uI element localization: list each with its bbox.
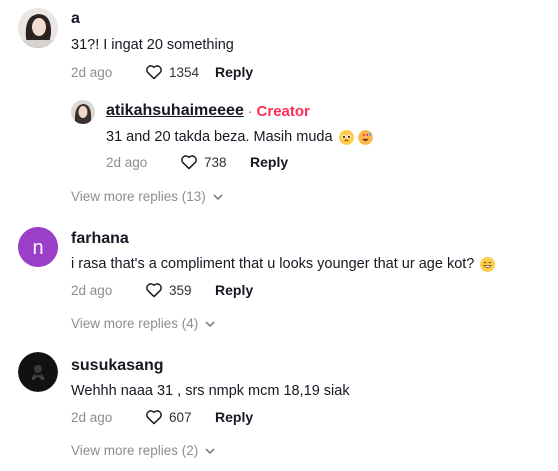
comment-text-row: i rasa that's a compliment that u looks … [71,254,496,274]
comment-text: i rasa that's a compliment that u looks … [71,256,475,272]
comment-username[interactable]: farhana [71,229,129,249]
like-count: 359 [169,282,192,298]
avatar-user-a[interactable] [18,8,58,48]
avatar-creator[interactable] [71,100,95,124]
view-more-replies[interactable]: View more replies (4) [71,316,215,331]
pleading-face-emoji [338,129,354,145]
avatar-farhana[interactable]: n [18,227,58,267]
heart-icon [181,155,197,170]
grinning-face-emoji [480,256,496,272]
chevron-down-icon [205,320,215,327]
reply-button[interactable]: Reply [215,409,253,425]
like-count: 607 [169,409,192,425]
like-button[interactable]: 738 [180,154,250,170]
creator-username[interactable]: atikahsuhaimeeee [106,101,244,121]
like-count: 1354 [169,64,200,80]
creator-badge: Creator [256,102,310,120]
reply-text: 31 and 20 takda beza. Masih muda [106,129,333,145]
view-more-label: View more replies (2) [71,443,199,458]
comment-date: 2d ago [71,409,113,425]
comment-date: 2d ago [71,64,113,80]
like-button[interactable]: 1354 [145,64,215,80]
heart-icon [146,283,162,298]
avatar-letter: n [32,237,43,259]
like-button[interactable]: 359 [145,282,215,298]
reply-button[interactable]: Reply [215,64,253,80]
avatar-susukasang[interactable] [18,352,58,392]
heart-icon [146,65,162,80]
reply-button[interactable]: Reply [250,154,288,170]
comment-text: Wehhh naaa 31 , srs nmpk mcm 18,19 siak [71,383,350,399]
reply-text-row: 31 and 20 takda beza. Masih muda [106,127,373,147]
view-more-label: View more replies (4) [71,316,199,331]
separator-dot: · [247,103,253,119]
comment-meta: 2d ago 607 Reply [71,407,253,427]
reply-button[interactable]: Reply [215,282,253,298]
heart-eyes-sweat-emoji [357,129,373,145]
view-more-replies[interactable]: View more replies (13) [71,189,223,204]
like-count: 738 [204,154,227,170]
comment-text: 31?! I ingat 20 something [71,37,234,53]
reply-meta: 2d ago 738 Reply [106,152,288,172]
heart-icon [146,410,162,425]
chevron-down-icon [205,447,215,454]
comment-date: 2d ago [71,282,113,298]
like-button[interactable]: 607 [145,409,215,425]
comment-username[interactable]: a [71,9,80,29]
creator-header: atikahsuhaimeeee · Creator [106,101,310,121]
comment-meta: 2d ago 359 Reply [71,280,253,300]
view-more-replies[interactable]: View more replies (2) [71,443,215,458]
chevron-down-icon [213,193,223,200]
comment-username[interactable]: susukasang [71,356,163,376]
comments-panel: a 31?! I ingat 20 something 2d ago 1354 … [0,0,558,471]
comment-meta: 2d ago 1354 Reply [71,62,253,82]
reply-date: 2d ago [106,154,148,170]
view-more-label: View more replies (13) [71,189,206,204]
